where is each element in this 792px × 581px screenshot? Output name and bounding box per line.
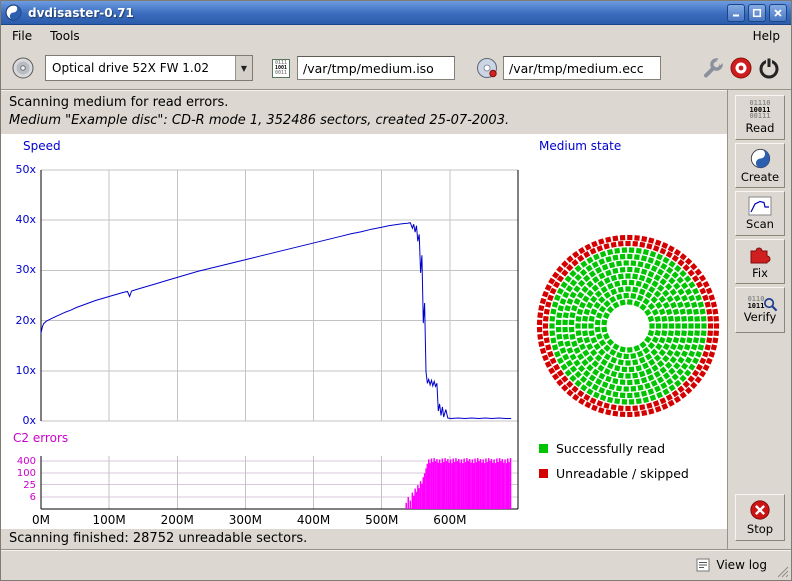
statusbar: View log [1, 549, 791, 580]
menu-file[interactable]: File [3, 26, 41, 46]
scan-button-label: Scan [746, 217, 774, 231]
drive-icon [9, 54, 37, 82]
action-sidebar: 01110 10011 00111 Read Create [727, 90, 791, 549]
x-axis-tick-label: 300M [225, 514, 265, 527]
x-axis-tick-label: 400M [294, 514, 334, 527]
main-content: Scanning medium for read errors. Medium … [1, 90, 791, 549]
help-lifebuoy-icon[interactable] [727, 54, 755, 82]
iso-file-icon: 0111 1001 0011 [267, 54, 295, 82]
verify-button-label: Verify [744, 310, 777, 324]
preferences-wrench-icon[interactable] [699, 54, 727, 82]
legend-successfully-read: Successfully read [539, 441, 665, 456]
menu-tools[interactable]: Tools [41, 26, 89, 46]
ecc-path-input[interactable] [503, 56, 661, 80]
legend-read-swatch [539, 444, 548, 453]
read-binary-icon: 01110 10011 00111 [749, 100, 770, 120]
status-line-2: Medium "Example disc": CD-R mode 1, 3524… [9, 112, 719, 130]
fix-button-label: Fix [752, 266, 768, 280]
stop-button[interactable]: Stop [735, 494, 785, 541]
ecc-file-icon [473, 54, 501, 82]
maximize-button[interactable] [748, 4, 766, 22]
x-axis-tick-label: 600M [430, 514, 470, 527]
c2-ytick-label: 25 [7, 479, 36, 492]
speed-ytick-label: 30x [3, 263, 36, 276]
quit-power-icon[interactable] [755, 54, 783, 82]
create-button[interactable]: Create [735, 143, 785, 188]
speed-ytick-label: 10x [3, 364, 36, 377]
legend-unreadable-label: Unreadable / skipped [556, 466, 689, 481]
window-title: dvdisaster-0.71 [28, 6, 724, 20]
stop-button-label: Stop [747, 522, 773, 536]
speed-ytick-label: 50x [3, 163, 36, 176]
fix-button[interactable]: Fix [735, 239, 785, 284]
view-log-button[interactable]: View log [692, 556, 771, 574]
status-line-1: Scanning medium for read errors. [9, 94, 719, 112]
yin-yang-icon [750, 148, 771, 169]
chevron-down-icon: ▼ [235, 56, 252, 80]
create-button-label: Create [741, 170, 779, 184]
app-window: dvdisaster-0.71 File Tools Help Optical … [0, 0, 792, 581]
legend-unreadable-swatch [539, 469, 548, 478]
app-icon [5, 4, 22, 21]
c2-ytick-label: 400 [7, 455, 36, 468]
x-axis-tick-label: 200M [157, 514, 197, 527]
left-column: Scanning medium for read errors. Medium … [1, 90, 727, 549]
iso-path-input[interactable] [297, 56, 455, 80]
stop-icon [749, 499, 771, 521]
chip-binary-row: 0011 [275, 71, 287, 76]
status-area: Scanning medium for read errors. Medium … [1, 90, 727, 134]
toolbar: Optical drive 52X FW 1.02 ▼ 0111 1001 00… [1, 47, 791, 90]
chart-area: Speed C2 errors Medium state Successfull… [1, 134, 727, 529]
log-list-icon [696, 558, 710, 572]
window-controls [724, 4, 787, 22]
scan-chart-icon [748, 196, 772, 216]
x-axis-tick-label: 500M [362, 514, 402, 527]
speed-ytick-label: 20x [3, 314, 36, 327]
legend-unreadable: Unreadable / skipped [539, 466, 689, 481]
drive-selector[interactable]: Optical drive 52X FW 1.02 ▼ [45, 55, 253, 81]
verify-magnifier-icon: 0110 1011 [748, 296, 773, 309]
drive-selector-value: Optical drive 52X FW 1.02 [46, 61, 235, 75]
scan-button[interactable]: Scan [735, 191, 785, 236]
menubar: File Tools Help [1, 25, 791, 47]
scan-result-line: Scanning finished: 28752 unreadable sect… [1, 529, 727, 549]
minimize-button[interactable] [727, 4, 745, 22]
titlebar[interactable]: dvdisaster-0.71 [1, 1, 791, 25]
speed-chart-title: Speed [23, 139, 61, 153]
medium-state-title: Medium state [539, 139, 621, 153]
c2-chart-title: C2 errors [13, 431, 68, 445]
c2-ytick-label: 100 [7, 467, 36, 480]
x-axis-tick-label: 0M [21, 514, 61, 527]
menu-help[interactable]: Help [744, 26, 789, 46]
view-log-label: View log [716, 558, 767, 572]
resize-grip[interactable] [776, 565, 789, 578]
medium-state-disc [533, 231, 723, 421]
x-axis-tick-label: 100M [89, 514, 129, 527]
puzzle-piece-icon [749, 243, 771, 265]
speed-ytick-label: 0x [3, 414, 36, 427]
close-button[interactable] [769, 4, 787, 22]
speed-ytick-label: 40x [3, 213, 36, 226]
c2-ytick-label: 6 [7, 491, 36, 504]
verify-button[interactable]: 0110 1011 Verify [735, 287, 785, 333]
read-button-label: Read [746, 121, 775, 135]
read-button[interactable]: 01110 10011 00111 Read [735, 95, 785, 140]
legend-read-label: Successfully read [556, 441, 665, 456]
